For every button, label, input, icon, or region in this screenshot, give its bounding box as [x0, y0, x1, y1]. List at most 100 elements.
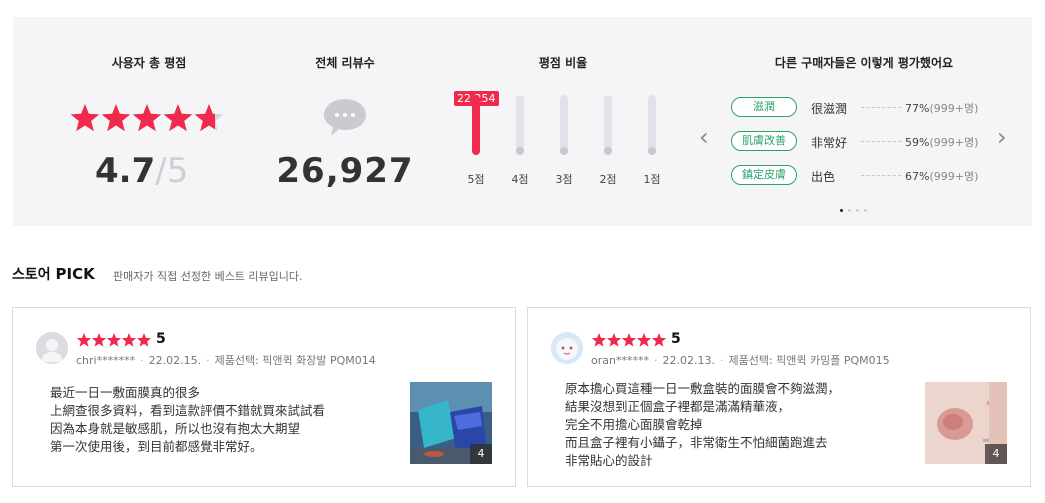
star-filled-icon — [132, 104, 162, 132]
total-reviews-title: 전체 리뷰수 — [315, 56, 375, 70]
opinion-count: (999+명) — [929, 102, 979, 115]
review-photo[interactable]: 4 — [925, 382, 1007, 464]
carousel-pagination[interactable] — [840, 197, 872, 216]
review-line: 因為本身就是敏感肌，所以也沒有抱太大期望 — [50, 421, 301, 436]
photo-count: 4 — [470, 444, 492, 464]
star-filled-icon — [621, 333, 637, 347]
ratio-bar-track — [604, 95, 612, 155]
chevron-left-icon[interactable]: ‹ — [699, 125, 709, 149]
opinion-leader — [861, 141, 901, 142]
ratio-bar-label: 3점 — [555, 173, 573, 186]
review-score: 5 — [156, 331, 166, 347]
speech-bubble-icon — [324, 99, 366, 136]
ratio-bar-empty — [516, 147, 524, 155]
opinion-count: (999+명) — [929, 170, 979, 183]
carousel-dot[interactable] — [856, 209, 859, 212]
store-pick-prefix: 스토어 — [12, 267, 51, 283]
review-line: 最近一日一敷面膜真的很多 — [50, 385, 201, 400]
opinion-percent: 77%(999+명) — [905, 100, 978, 116]
review-line: 完全不用擔心面膜會乾掉 — [565, 417, 703, 432]
star-filled-icon — [636, 333, 652, 347]
review-photo[interactable]: 4 — [410, 382, 492, 464]
rating-max: 5 — [166, 151, 189, 191]
store-pick-subtitle: 판매자가 직접 선정한 베스트 리뷰입니다. — [113, 270, 303, 283]
star-filled-icon — [591, 333, 607, 347]
star-filled-icon — [101, 104, 131, 132]
review-stars — [76, 333, 152, 347]
opinion-row: 滋潤 很滋潤 77%(999+명) — [731, 97, 991, 119]
rating-summary-panel: 사용자 총 평점 4.7/5 전체 리뷰수 26,927 평점 비율 22,25… — [13, 17, 1032, 226]
opinion-count: (999+명) — [929, 136, 979, 149]
opinion-leader — [861, 107, 901, 108]
star-filled-icon — [121, 333, 137, 347]
review-line: 非常貼心的設計 — [565, 453, 653, 468]
review-line: 第一次使用後，到目前都感覺非常好。 — [50, 439, 263, 454]
carousel-dot-active[interactable] — [840, 209, 843, 212]
opinion-pct-value: 77% — [905, 102, 930, 115]
star-filled-icon — [76, 333, 92, 347]
opinion-percent: 67%(999+명) — [905, 168, 978, 184]
review-line: 而且盒子裡有小鑷子，非常衛生不怕細菌跑進去 — [565, 435, 828, 450]
ratio-bar-empty — [648, 147, 656, 155]
ratio-bar-empty — [560, 147, 568, 155]
total-rating-title: 사용자 총 평점 — [111, 56, 187, 70]
opinion-row: 肌膚改善 非常好 59%(999+명) — [731, 131, 991, 153]
star-filled-icon — [651, 333, 667, 347]
review-option: 제품선택: 픽앤퀵 화장발 PQM014 — [214, 354, 376, 367]
ratio-bar-label: 5점 — [467, 173, 485, 186]
total-reviews-count: 26,927 — [276, 151, 414, 191]
review-option: 제품선택: 픽앤퀵 카밍플 PQM015 — [728, 354, 890, 367]
ratio-bar-track — [560, 95, 568, 155]
ratio-bar-track — [472, 95, 480, 155]
ratio-bar-label: 1점 — [643, 173, 661, 186]
photo-count: 4 — [985, 444, 1007, 464]
opinion-pct-value: 59% — [905, 136, 930, 149]
opinion-tag: 滋潤 — [731, 97, 797, 117]
review-line: 結果沒想到正個盒子裡都是滿滿精華液， — [565, 399, 791, 414]
review-text: 原本擔心買這種一日一敷盒裝的面膜會不夠滋潤， 結果沒想到正個盒子裡都是滿滿精華液… — [565, 380, 915, 470]
star-filled-icon — [606, 333, 622, 347]
review-line: 原本擔心買這種一日一敷盒裝的面膜會不夠滋潤， — [565, 381, 841, 396]
ratio-bar-empty — [604, 147, 612, 155]
review-user: oran****** — [591, 354, 649, 367]
store-pick-em: PICK — [55, 265, 95, 283]
ratio-bar-label: 4점 — [511, 173, 529, 186]
chevron-right-icon[interactable]: › — [997, 125, 1007, 149]
ratio-bar-fill — [472, 95, 480, 155]
star-filled-icon — [136, 333, 152, 347]
default-user-icon — [36, 332, 68, 364]
star-filled-icon — [106, 333, 122, 347]
star-filled-icon — [163, 104, 193, 132]
rating-ratio-title: 평점 비율 — [538, 56, 588, 70]
review-date: 22.02.15. — [148, 354, 202, 367]
star-filled-icon — [91, 333, 107, 347]
buyer-opinion-title: 다른 구매자들은 이렇게 평가했어요 — [774, 56, 954, 70]
rating-value: 4.7 — [95, 151, 156, 191]
avatar — [551, 332, 583, 364]
opinion-percent: 59%(999+명) — [905, 134, 978, 150]
opinion-pct-value: 67% — [905, 170, 930, 183]
opinion-tag: 鎮定皮膚 — [731, 165, 797, 185]
store-pick-title: 스토어 PICK — [12, 264, 95, 284]
ratio-bar-label: 2점 — [599, 173, 617, 186]
opinion-leader — [861, 175, 901, 176]
star-filled-icon — [70, 104, 100, 132]
review-card[interactable]: 5 oran****** · 22.02.13. · 제품선택: 픽앤퀵 카밍플 PQM… — [527, 307, 1031, 487]
avatar — [36, 332, 68, 364]
review-meta: chri******* · 22.02.15. · 제품선택: 픽앤퀵 화장발 PQM0… — [76, 354, 376, 367]
opinion-word: 出色 — [811, 170, 836, 184]
review-text: 最近一日一敷面膜真的很多 上網查很多資料，看到這款評價不錯就買來試試看 因為本身… — [50, 384, 400, 456]
rating-score: 4.7/5 — [95, 151, 188, 191]
review-card[interactable]: 5 chri******* · 22.02.15. · 제품선택: 픽앤퀵 화장발 PQ… — [12, 307, 516, 487]
opinion-word: 很滋潤 — [811, 102, 848, 116]
review-date: 22.02.13. — [662, 354, 715, 367]
carousel-dot[interactable] — [848, 209, 851, 212]
rating-stars — [70, 104, 224, 132]
review-score: 5 — [671, 331, 681, 347]
opinion-row: 鎮定皮膚 出色 67%(999+명) — [731, 165, 991, 187]
carousel-dot[interactable] — [864, 209, 867, 212]
review-stars — [591, 333, 667, 347]
opinion-word: 非常好 — [811, 136, 848, 150]
opinion-tag: 肌膚改善 — [731, 131, 797, 151]
review-user: chri******* — [76, 354, 136, 367]
